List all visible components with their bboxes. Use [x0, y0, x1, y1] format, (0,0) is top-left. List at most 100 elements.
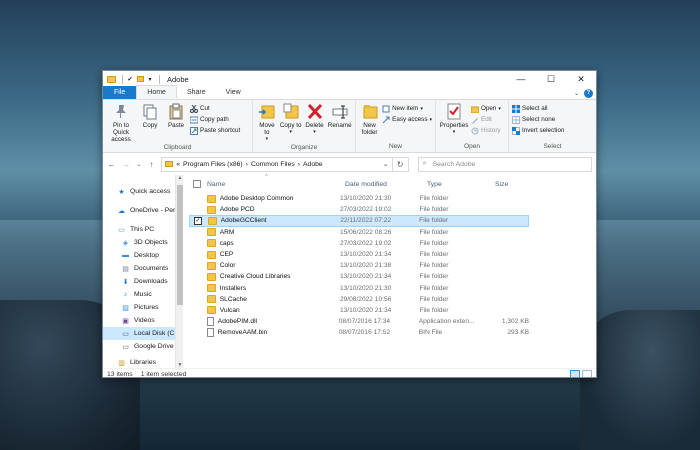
select-all-icon: [512, 104, 520, 113]
row-checkbox[interactable]: [193, 239, 201, 247]
expand-ribbon-icon[interactable]: ⌄: [574, 90, 579, 97]
easy-access-button[interactable]: Easy access ▾: [382, 115, 432, 124]
folder-icon: [206, 228, 216, 237]
column-date-modified[interactable]: Date modified: [345, 181, 427, 188]
copy-path-icon: [189, 116, 199, 124]
help-icon[interactable]: ?: [584, 89, 593, 98]
table-row[interactable]: ✓ AdobeGCClient 22/11/2022 07:22 File folde…: [189, 215, 529, 227]
item-count: 13 items: [107, 371, 133, 378]
invert-selection-button[interactable]: Invert selection: [512, 126, 564, 135]
paste-button[interactable]: Paste: [164, 103, 188, 129]
row-checkbox[interactable]: [193, 251, 201, 259]
row-checkbox[interactable]: [193, 329, 201, 337]
back-arrow-icon[interactable]: ←: [107, 160, 117, 169]
delete-x-icon: [307, 103, 323, 120]
address-dropdown-icon[interactable]: ⌄: [383, 160, 389, 168]
row-checkbox[interactable]: [193, 284, 201, 292]
row-checkbox[interactable]: [193, 195, 201, 203]
row-checkbox[interactable]: [193, 306, 201, 314]
table-row[interactable]: Installers 13/10/2020 21:30 File folder: [189, 283, 529, 294]
select-none-button[interactable]: Select none: [512, 115, 564, 124]
nav-item[interactable]: ▣ Videos: [103, 314, 183, 327]
nav-item[interactable]: ⬇ Downloads: [103, 275, 183, 288]
refresh-icon[interactable]: ↻: [392, 156, 409, 172]
table-row[interactable]: SLCache 29/08/2022 10:56 File folder: [189, 294, 529, 305]
minimize-button[interactable]: —: [506, 71, 536, 87]
tab-home[interactable]: Home: [136, 85, 177, 99]
row-checkbox[interactable]: [193, 295, 201, 303]
new-folder-quick-icon[interactable]: [136, 75, 144, 83]
table-row[interactable]: AdobePIM.dll 08/07/2016 17:34 Application …: [189, 316, 529, 327]
row-checkbox[interactable]: [193, 318, 201, 326]
row-checkbox[interactable]: [193, 228, 201, 236]
breadcrumb-program-files[interactable]: Program Files (x86): [183, 161, 243, 168]
forward-arrow-icon[interactable]: →: [122, 160, 132, 169]
pin-quick-access-button[interactable]: Pin to Quick access: [106, 103, 136, 143]
nav-item[interactable]: ▭ This PC: [103, 223, 183, 236]
nav-item[interactable]: ▭ Google Drive (G:: [103, 340, 183, 353]
nav-item[interactable]: ▬ Desktop: [103, 249, 183, 262]
nav-item[interactable]: ♪ Music: [103, 288, 183, 301]
column-size[interactable]: Size: [495, 181, 540, 188]
table-row[interactable]: caps 27/03/2022 19:02 File folder: [189, 238, 529, 249]
row-checkbox[interactable]: [193, 262, 201, 270]
file-date-modified: 29/08/2022 10:56: [339, 295, 392, 303]
recent-locations-chevron-icon[interactable]: ⌄: [136, 161, 142, 168]
nav-item[interactable]: ▨ Pictures: [103, 301, 183, 314]
nav-item[interactable]: ☁ OneDrive - Persor: [103, 204, 183, 217]
star-icon: ★: [118, 188, 125, 196]
edit-icon: [471, 116, 479, 124]
table-row[interactable]: CEP 13/10/2020 21:34 File folder: [189, 249, 529, 260]
nav-scrollbar[interactable]: ▲ ▼: [175, 175, 183, 368]
column-name[interactable]: Name: [207, 181, 345, 188]
address-bar[interactable]: « Program Files (x86) › Common Files › A…: [161, 156, 393, 172]
column-type[interactable]: Type: [427, 181, 495, 188]
new-item-button[interactable]: New item ▾: [382, 104, 432, 113]
close-button[interactable]: ✕: [566, 71, 596, 87]
cloud-icon: ☁: [118, 207, 125, 215]
row-checkbox[interactable]: [193, 273, 201, 281]
nav-item[interactable]: ▭ Local Disk (C:): [103, 327, 183, 340]
tab-share[interactable]: Share: [177, 86, 216, 99]
breadcrumb-adobe[interactable]: Adobe: [303, 161, 323, 168]
table-row[interactable]: Adobe PCD 27/03/2022 19:02 File folder: [189, 204, 529, 215]
properties-quick-icon[interactable]: ✔: [126, 75, 134, 83]
row-checkbox[interactable]: ✓: [194, 216, 202, 225]
history-button[interactable]: History: [471, 126, 501, 135]
delete-button[interactable]: Delete ▾: [304, 103, 326, 136]
tab-file[interactable]: File: [103, 86, 137, 99]
search-input[interactable]: ⌕ Search Adobe: [417, 156, 592, 172]
table-row[interactable]: Vulcan 13/10/2020 21:34 File folder: [189, 305, 529, 316]
breadcrumb-common-files[interactable]: Common Files: [251, 161, 295, 168]
file-type: File folder: [419, 306, 449, 314]
nav-item[interactable]: ★ Quick access: [103, 185, 183, 198]
table-row[interactable]: Adobe Desktop Common 13/10/2020 21:30 File…: [189, 193, 529, 204]
details-view-icon[interactable]: [570, 370, 580, 377]
copy-to-button[interactable]: Copy to ▾: [280, 103, 302, 136]
edit-button[interactable]: Edit: [471, 115, 501, 124]
table-row[interactable]: Creative Cloud Libraries 13/10/2020 21:34…: [189, 271, 529, 282]
up-arrow-icon[interactable]: ↑: [147, 160, 157, 169]
chevron-down-icon[interactable]: ▾: [146, 75, 154, 83]
large-icons-view-icon[interactable]: [582, 370, 592, 377]
nav-item[interactable]: ▤ Documents: [103, 262, 183, 275]
paste-shortcut-button[interactable]: Paste shortcut: [190, 126, 240, 135]
select-all-checkbox[interactable]: [193, 180, 201, 188]
move-to-button[interactable]: Move to ▾: [256, 103, 278, 143]
cut-button[interactable]: Cut: [190, 104, 240, 113]
table-row[interactable]: RemoveAAM.bin 08/07/2016 17:52 BIN File 293…: [189, 327, 529, 338]
rename-button[interactable]: Rename: [327, 103, 352, 129]
maximize-button[interactable]: ☐: [536, 71, 566, 87]
select-all-button[interactable]: Select all: [512, 104, 564, 113]
table-row[interactable]: ARM 15/06/2022 08:26 File folder: [189, 227, 529, 238]
tab-view[interactable]: View: [216, 86, 251, 99]
copy-button[interactable]: Copy: [138, 103, 162, 129]
row-checkbox[interactable]: [193, 206, 201, 214]
open-button[interactable]: Open ▾: [470, 104, 501, 113]
nav-item[interactable]: ◈ 3D Objects: [103, 236, 183, 249]
file-date-modified: 08/07/2016 17:52: [338, 329, 391, 337]
properties-button[interactable]: Properties ▾: [439, 103, 469, 136]
new-folder-button[interactable]: New folder: [359, 103, 380, 136]
table-row[interactable]: Color 13/10/2020 21:38 File folder: [189, 260, 529, 271]
copy-path-button[interactable]: Copy path: [189, 115, 240, 124]
